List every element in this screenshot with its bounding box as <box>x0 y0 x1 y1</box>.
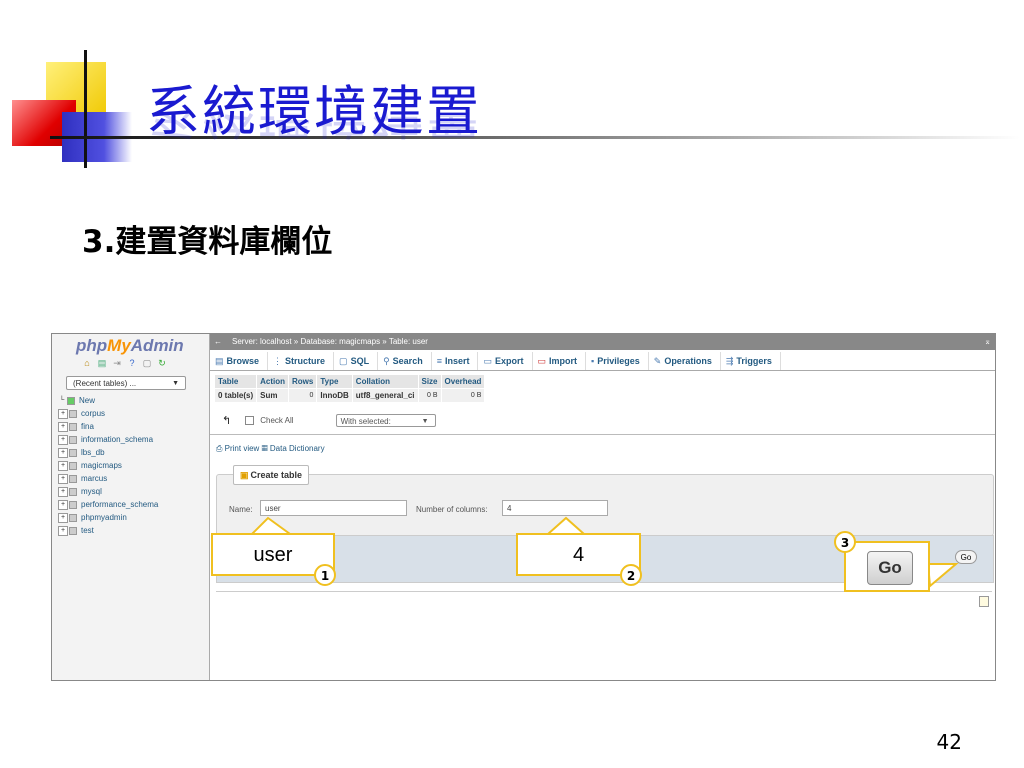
annotation-arrows <box>249 516 959 589</box>
step-badge-3: 3 <box>834 531 856 553</box>
callout-2-pointer <box>545 516 587 535</box>
callout-1-pointer <box>249 516 294 535</box>
step-badge-1: 1 <box>314 564 336 586</box>
step-badge-2: 2 <box>620 564 642 586</box>
page-number: 42 <box>936 730 962 754</box>
go-button-zoomed: Go <box>867 551 913 585</box>
callout-3-pointer <box>926 563 959 589</box>
